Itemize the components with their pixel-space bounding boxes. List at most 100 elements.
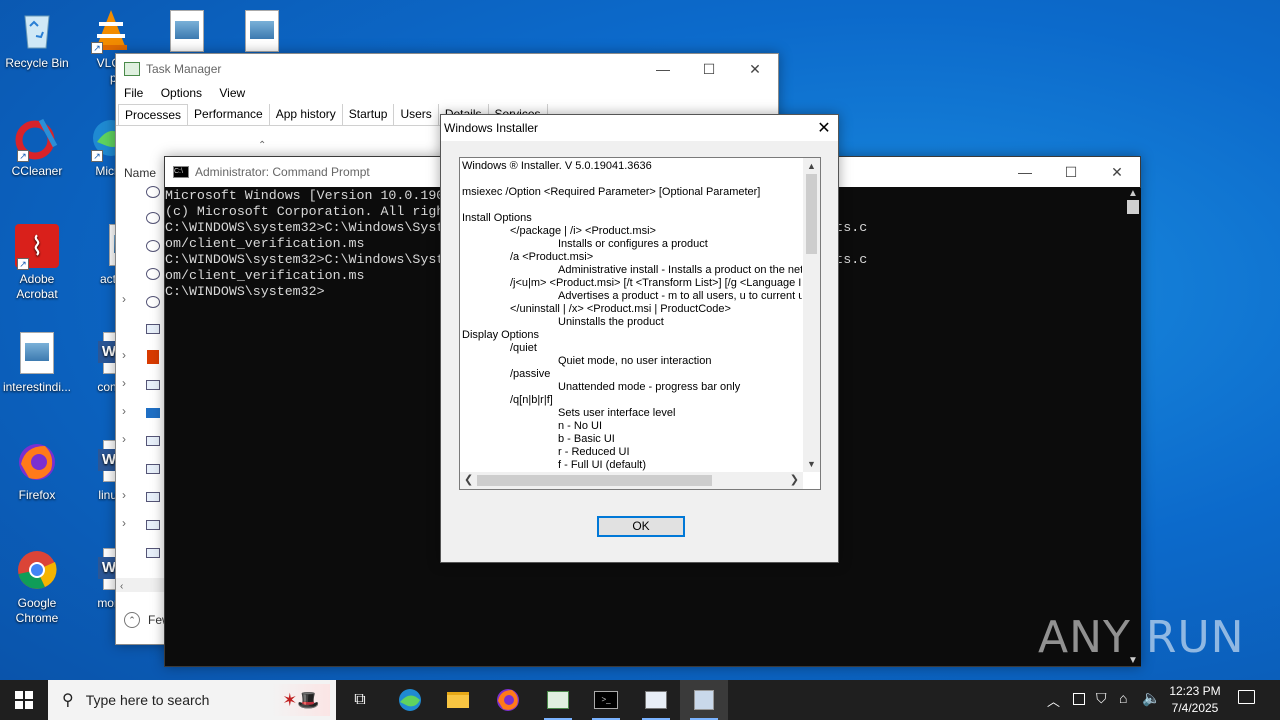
search-box[interactable]: ⚲ Type here to search ✶🎩 [48, 680, 336, 720]
menu-bar: File Options View [116, 84, 778, 104]
desktop-icon-chrome[interactable]: Google Chrome [0, 548, 74, 626]
scroll-thumb[interactable] [806, 174, 817, 254]
process-icon [146, 548, 160, 558]
tray-app-icon[interactable] [1073, 693, 1085, 705]
watermark-text: ANY RUN [1038, 612, 1245, 663]
task-view-icon: ⧉ [354, 691, 366, 708]
help-text-line: Administrative install - Installs a prod… [558, 264, 802, 276]
windows-logo-icon [15, 691, 33, 709]
menu-view[interactable]: View [219, 86, 245, 100]
tab-users[interactable]: Users [394, 104, 439, 125]
tray-chevron-icon[interactable]: ︿ [1047, 691, 1060, 710]
process-icon [146, 324, 160, 334]
title-bar[interactable]: Windows Installer ✕ [441, 115, 838, 141]
expand-chevron-icon[interactable]: › [122, 292, 126, 306]
desktop-icon-label: Google Chrome [15, 596, 59, 625]
vlc-icon: ↗ [89, 8, 133, 54]
taskbar-edge[interactable] [386, 680, 434, 720]
window-title: Task Manager [146, 62, 222, 76]
taskbar-msiexec[interactable] [680, 680, 728, 720]
title-bar[interactable]: Task Manager — ☐ ✕ [116, 54, 778, 84]
desktop-file-icon[interactable] [245, 10, 279, 52]
desktop-file-icon[interactable] [170, 10, 204, 52]
dialog-title: Windows Installer [444, 121, 539, 135]
tab-performance[interactable]: Performance [188, 104, 270, 125]
task-manager-icon [124, 62, 140, 76]
taskbar-installer[interactable] [632, 680, 680, 720]
taskbar-firefox[interactable] [484, 680, 532, 720]
close-button[interactable]: ✕ [1094, 157, 1140, 187]
ok-button[interactable]: OK [597, 516, 685, 537]
minimize-button[interactable]: — [1002, 157, 1048, 187]
taskbar-file-explorer[interactable] [434, 680, 482, 720]
desktop-icon-firefox[interactable]: Firefox [0, 440, 74, 503]
firefox-icon [15, 440, 59, 484]
close-icon[interactable]: ✕ [810, 118, 838, 138]
network-icon[interactable]: ⌂ [1119, 690, 1127, 706]
desktop-icon-recycle-bin[interactable]: Recycle Bin [0, 8, 74, 71]
scroll-left-icon[interactable]: ❮ [464, 473, 473, 486]
taskbar-command-prompt[interactable]: >_ [582, 680, 630, 720]
menu-options[interactable]: Options [161, 86, 202, 100]
maximize-button[interactable]: ☐ [1048, 157, 1094, 187]
horizontal-scrollbar[interactable]: ❮ ❯ [460, 472, 803, 489]
tab-app-history[interactable]: App history [270, 104, 343, 125]
image-file-icon [15, 332, 59, 376]
process-icon [146, 436, 160, 446]
help-text-box[interactable]: Windows ® Installer. V 5.0.19041.3636 ms… [459, 157, 821, 490]
expand-chevron-icon[interactable]: › [122, 488, 126, 502]
help-text-line: Install Options [462, 212, 532, 224]
minimize-button[interactable]: — [640, 54, 686, 84]
help-text-line: Sets user interface level [558, 407, 676, 419]
scroll-thumb[interactable] [477, 475, 712, 486]
expand-chevron-icon[interactable]: › [122, 348, 126, 362]
shortcut-arrow-icon: ↗ [91, 150, 103, 162]
scroll-left-icon[interactable]: ‹ [120, 581, 123, 592]
process-icon [146, 380, 160, 390]
office-icon [147, 350, 159, 364]
acrobat-icon: ⌇ ↗ [15, 224, 59, 270]
maximize-button[interactable]: ☐ [686, 54, 732, 84]
windows-installer-dialog[interactable]: Windows Installer ✕ Windows ® Installer.… [440, 114, 839, 563]
process-list: › › › › › › › [116, 182, 164, 592]
expand-chevron-icon[interactable]: › [122, 516, 126, 530]
help-text-line: /a <Product.msi> [510, 251, 594, 263]
horizontal-scrollbar[interactable]: ‹ [116, 578, 164, 592]
expand-chevron-icon[interactable]: › [122, 404, 126, 418]
close-button[interactable]: ✕ [732, 54, 778, 84]
expand-chevron-icon[interactable]: › [122, 432, 126, 446]
help-text-line: r - Reduced UI [558, 446, 630, 458]
desktop-icon-ccleaner[interactable]: ↗ CCleaner [0, 116, 74, 179]
tray-security-icon[interactable]: ⛉ [1096, 690, 1107, 707]
expand-chevron-icon[interactable]: › [122, 376, 126, 390]
vertical-scrollbar[interactable]: ▲ ▼ [1125, 188, 1141, 666]
taskbar-task-manager[interactable] [534, 680, 582, 720]
desktop-icon-label: CCleaner [11, 164, 63, 178]
scroll-right-icon[interactable]: ❯ [790, 473, 799, 486]
msiexec-icon [694, 690, 714, 710]
clock[interactable]: 12:23 PM 7/4/2025 [1166, 683, 1224, 717]
recycle-bin-icon [15, 8, 59, 52]
desktop-icon-label: Adobe Acrobat [16, 272, 58, 301]
desktop-icon-acrobat[interactable]: ⌇ ↗ Adobe Acrobat [0, 224, 74, 302]
desktop-icon-label: Recycle Bin [5, 56, 69, 70]
scroll-up-icon[interactable]: ▲ [1125, 188, 1141, 199]
start-button[interactable] [0, 680, 48, 720]
vertical-scrollbar[interactable]: ▲ ▼ [803, 158, 820, 472]
scroll-thumb[interactable] [1127, 200, 1139, 214]
scroll-up-icon[interactable]: ▲ [803, 158, 820, 174]
menu-file[interactable]: File [124, 86, 143, 100]
notification-icon[interactable] [1238, 690, 1255, 704]
process-icon [146, 212, 160, 224]
help-text-line: Unattended mode - progress bar only [558, 381, 741, 393]
ccleaner-icon: ↗ [15, 116, 59, 162]
tab-processes[interactable]: Processes [118, 104, 189, 125]
column-header-name[interactable]: Name [124, 166, 156, 180]
tab-startup[interactable]: Startup [343, 104, 395, 125]
installer-icon [645, 691, 667, 709]
anyrun-watermark: ANY RUN [1038, 612, 1245, 663]
scroll-down-icon[interactable]: ▼ [803, 456, 820, 472]
desktop-icon-interesting[interactable]: interestindi... [0, 332, 74, 395]
volume-icon[interactable]: 🔈 [1142, 689, 1161, 707]
task-view-button[interactable]: ⧉ [336, 680, 384, 720]
